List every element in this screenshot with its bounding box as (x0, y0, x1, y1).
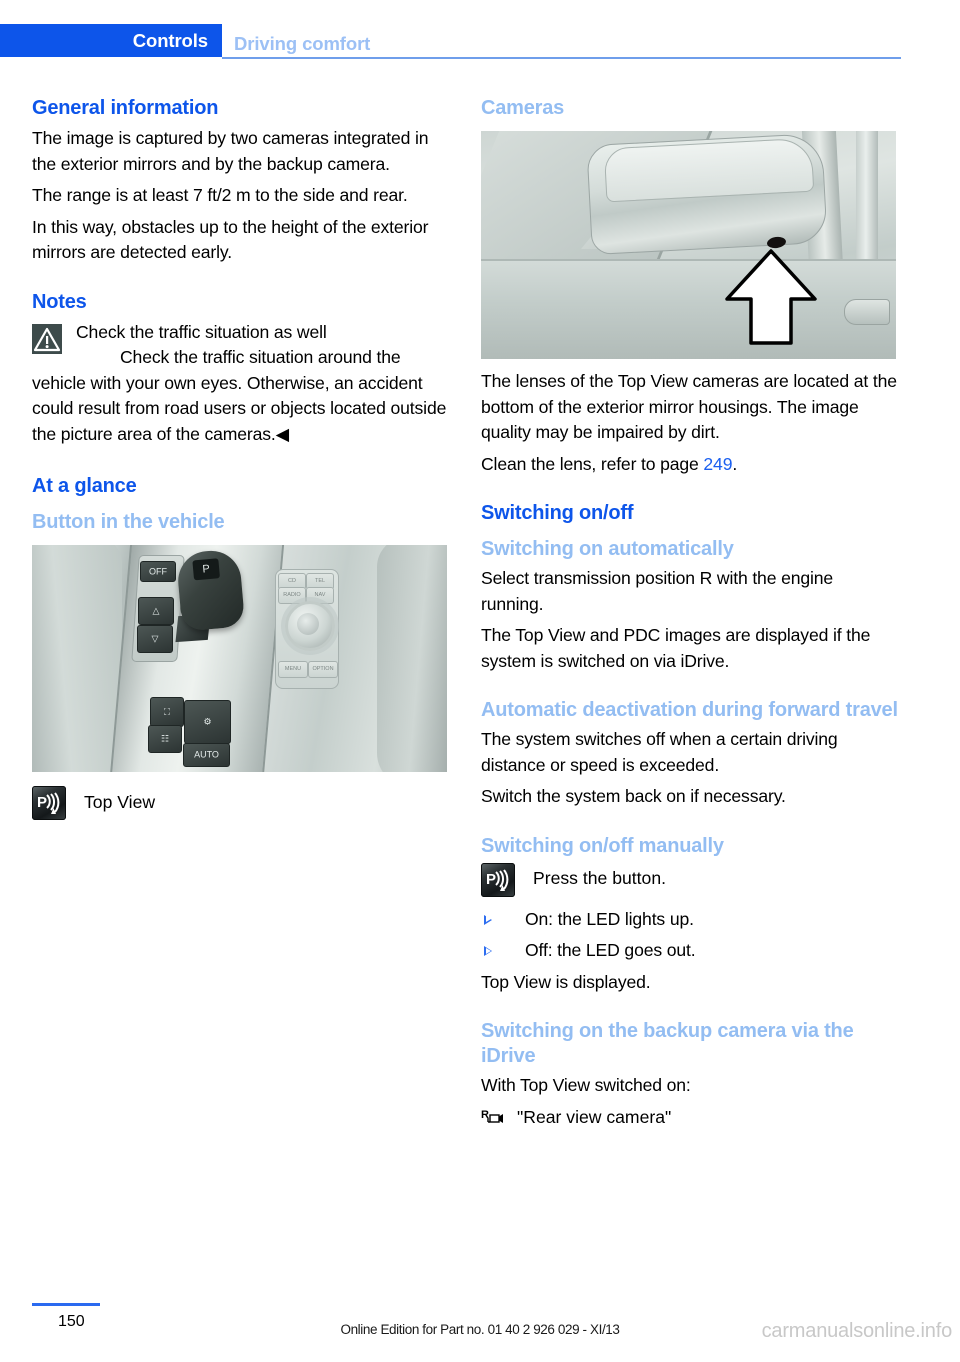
paragraph-general-3: In this way, obstacles up to the height … (32, 216, 429, 263)
figure-exterior-mirror (481, 131, 896, 359)
paragraph-auto-deactivation-2: Switch the system back on if necessary. (481, 786, 786, 806)
pdc-button-icon: P (481, 862, 515, 897)
page-header: Controls Driving comfort (0, 24, 960, 60)
press-button-row: P Press the button. (481, 862, 899, 897)
arrow-up-icon (725, 249, 817, 345)
watermark-text: carmanualsonline.info (761, 1320, 953, 1342)
paragraph-auto-deactivation-1: The system switches off when a certain d… (481, 729, 838, 775)
subheading-button-in-the-vehicle: Button in the vehicle (32, 511, 225, 533)
press-button-label: Press the button. (533, 867, 667, 888)
subheading-automatic-deactivation: Automatic deactivation during forward tr… (481, 699, 898, 721)
heading-at-a-glance: At a glance (32, 475, 137, 497)
warning-title: Check the traffic situation as well (76, 321, 327, 342)
footer-divider (32, 1303, 100, 1306)
subheading-switching-manually: Switching on/off manually (481, 834, 724, 857)
heading-general-information: General information (32, 97, 219, 119)
subheading-cameras: Cameras (481, 97, 565, 119)
list-item-label: Off: the LED goes out. (525, 940, 696, 960)
breadcrumb-tab-controls-label: Controls (132, 30, 208, 51)
paragraph-general-2: The range is at least 7 ft/2 m to the si… (32, 185, 408, 205)
clean-lens-prefix: Clean the lens, refer to page (481, 453, 704, 474)
warning-note-block: Check the traffic situation as well Chec… (32, 320, 450, 448)
menu-entry-rear-view-camera[interactable]: R "Rear view camera" (481, 1105, 899, 1131)
caption-top-view-label: Top View (84, 792, 156, 812)
list-item-label: On: the LED lights up. (525, 908, 694, 929)
subheading-switching-on-automatically: Switching on automatically (481, 538, 734, 560)
paragraph-clean-lens: Clean the lens, refer to page 249. (481, 452, 899, 478)
clean-lens-suffix: . (732, 453, 738, 474)
svg-text:P: P (486, 871, 496, 888)
warning-body: Check the traffic situation around the v… (32, 347, 447, 444)
left-column: General information The image is capture… (32, 96, 450, 820)
rear-view-camera-label: "Rear view camera" (517, 1106, 672, 1127)
breadcrumb-tab-driving-comfort[interactable]: Driving comfort (234, 33, 370, 55)
subheading-backup-camera-via-idrive: Switching on the backup camera via the i… (481, 1020, 854, 1067)
triangle-bullet-icon (484, 946, 492, 956)
rear-view-camera-icon: R (481, 1107, 507, 1127)
paragraph-top-view-displayed: Top View is displayed. (481, 971, 651, 992)
breadcrumb-tab-controls[interactable]: Controls (0, 24, 222, 57)
heading-switching-on-off: Switching on/off (481, 502, 634, 524)
paragraph-general-1: The image is captured by two cameras int… (32, 128, 429, 174)
list-item: On: the LED lights up. (481, 907, 899, 933)
warning-triangle-icon (32, 323, 62, 354)
header-divider (222, 57, 901, 59)
paragraph-auto-on-1: Select transmission position R with the … (481, 568, 834, 614)
page-reference-link[interactable]: 249 (703, 454, 732, 474)
paragraph-auto-on-2: The Top View and PDC images are displaye… (481, 625, 871, 671)
heading-notes: Notes (32, 290, 87, 313)
svg-text:P: P (37, 794, 47, 811)
led-state-list: On: the LED lights up. Off: the LED goes… (481, 907, 899, 964)
pdc-top-view-icon: P (32, 786, 66, 820)
figure-center-console: OFF △ ▽ ⛶ ☷ ⚙ AUTO P CD TEL RADIO NAV ME… (32, 545, 447, 772)
paragraph-camera-lenses: The lenses of the Top View cameras are l… (481, 371, 897, 442)
triangle-bullet-icon (484, 914, 492, 925)
right-column: Cameras The lenses of the Top View camer… (481, 96, 899, 1130)
paragraph-with-top-view-on: With Top View switched on: (481, 1075, 691, 1095)
caption-top-view: P Top View (32, 786, 450, 820)
list-item: Off: the LED goes out. (481, 938, 899, 964)
